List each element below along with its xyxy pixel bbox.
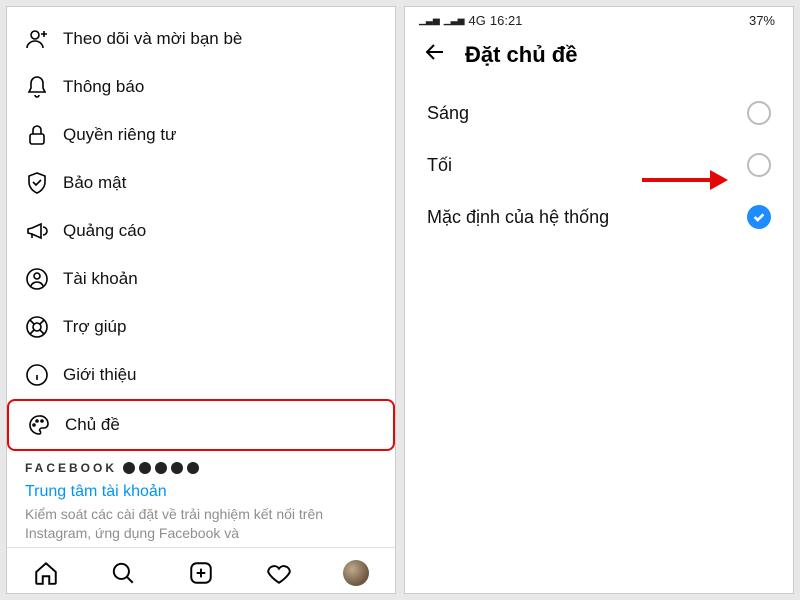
option-label: Mặc định của hệ thống bbox=[427, 207, 609, 228]
menu-label: Chủ đề bbox=[65, 415, 120, 435]
signal-icon-1: ▁▃▅ bbox=[419, 16, 440, 25]
page-header: Đặt chủ đề bbox=[405, 30, 793, 87]
avatar-icon bbox=[343, 560, 369, 586]
radio-checked-icon bbox=[747, 205, 771, 229]
menu-label: Giới thiệu bbox=[63, 365, 137, 385]
tab-home[interactable] bbox=[31, 558, 61, 588]
menu-label: Thông báo bbox=[63, 77, 144, 97]
menu-label: Theo dõi và mời bạn bè bbox=[63, 29, 242, 49]
menu-label: Quyền riêng tư bbox=[63, 125, 176, 145]
theme-options: Sáng Tối Mặc định của hệ thống bbox=[405, 87, 793, 243]
option-light[interactable]: Sáng bbox=[405, 87, 793, 139]
menu-privacy[interactable]: Quyền riêng tư bbox=[7, 111, 395, 159]
settings-menu: Theo dõi và mời bạn bè Thông báo Quyền r… bbox=[7, 7, 395, 451]
facebook-logo-text: FACEBOOK bbox=[25, 461, 117, 475]
user-circle-icon bbox=[25, 267, 49, 291]
megaphone-icon bbox=[25, 219, 49, 243]
accounts-center-link[interactable]: Trung tâm tài khoản bbox=[25, 481, 377, 505]
battery-percent: 37% bbox=[749, 13, 775, 28]
shield-check-icon bbox=[25, 171, 49, 195]
status-bar: ▁▃▅ ▁▃▅ 4G 16:21 37% bbox=[405, 7, 793, 30]
option-system-default[interactable]: Mặc định của hệ thống bbox=[405, 191, 793, 243]
menu-theme[interactable]: Chủ đề bbox=[7, 399, 395, 451]
network-label: 4G bbox=[469, 13, 486, 28]
facebook-app-icons bbox=[123, 462, 199, 474]
menu-security[interactable]: Bảo mật bbox=[7, 159, 395, 207]
left-phone: Theo dõi và mời bạn bè Thông báo Quyền r… bbox=[6, 6, 396, 594]
bottom-tab-bar bbox=[7, 547, 395, 594]
palette-icon bbox=[27, 413, 51, 437]
lifebuoy-icon bbox=[25, 315, 49, 339]
menu-account[interactable]: Tài khoản bbox=[7, 255, 395, 303]
tab-activity[interactable] bbox=[264, 558, 294, 588]
menu-about[interactable]: Giới thiệu bbox=[7, 351, 395, 399]
signal-icon-2: ▁▃▅ bbox=[444, 16, 465, 25]
menu-notifications[interactable]: Thông báo bbox=[7, 63, 395, 111]
page-title: Đặt chủ đề bbox=[465, 42, 577, 68]
info-icon bbox=[25, 363, 49, 387]
option-dark[interactable]: Tối bbox=[405, 139, 793, 191]
option-label: Sáng bbox=[427, 103, 469, 124]
accounts-center-description: Kiểm soát các cài đặt về trải nghiệm kết… bbox=[25, 505, 377, 543]
menu-label: Trợ giúp bbox=[63, 317, 126, 337]
right-phone: ▁▃▅ ▁▃▅ 4G 16:21 37% Đặt chủ đề Sáng Tối bbox=[404, 6, 794, 594]
menu-help[interactable]: Trợ giúp bbox=[7, 303, 395, 351]
radio-unchecked-icon bbox=[747, 101, 771, 125]
tab-create[interactable] bbox=[186, 558, 216, 588]
lock-icon bbox=[25, 123, 49, 147]
menu-label: Quảng cáo bbox=[63, 221, 146, 241]
status-time: 16:21 bbox=[490, 13, 523, 28]
bell-icon bbox=[25, 75, 49, 99]
menu-label: Tài khoản bbox=[63, 269, 138, 289]
tab-search[interactable] bbox=[108, 558, 138, 588]
add-user-icon bbox=[25, 27, 49, 51]
back-button[interactable] bbox=[423, 40, 447, 69]
facebook-section: FACEBOOK Trung tâm tài khoản Kiểm soát c… bbox=[7, 451, 395, 547]
menu-ads[interactable]: Quảng cáo bbox=[7, 207, 395, 255]
menu-label: Bảo mật bbox=[63, 173, 126, 193]
radio-unchecked-icon bbox=[747, 153, 771, 177]
menu-follow-invite[interactable]: Theo dõi và mời bạn bè bbox=[7, 15, 395, 63]
option-label: Tối bbox=[427, 155, 452, 176]
tab-profile[interactable] bbox=[341, 558, 371, 588]
